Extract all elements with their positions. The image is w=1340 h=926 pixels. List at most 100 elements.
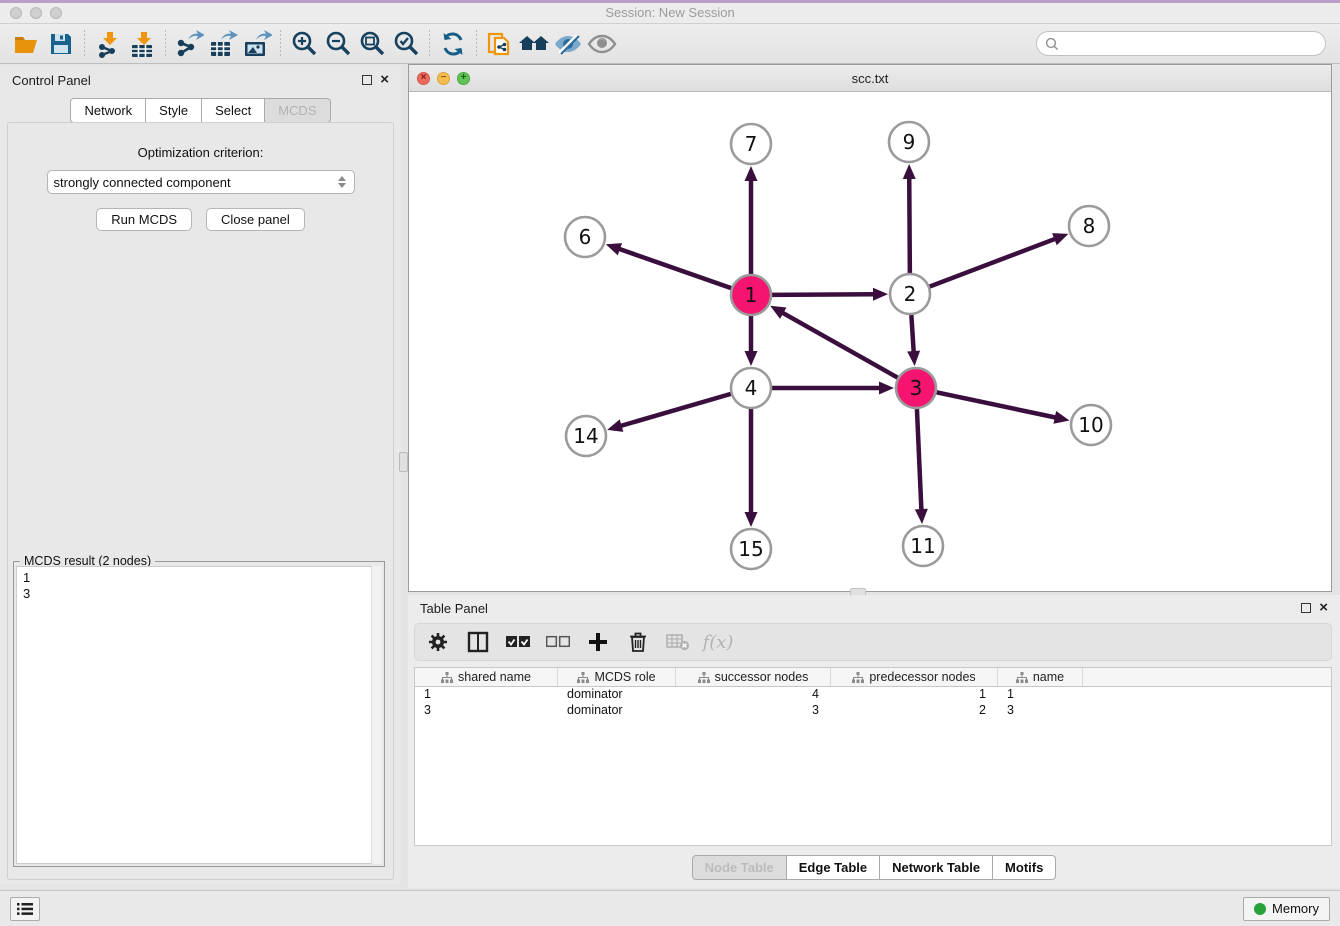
- column-header-name[interactable]: name: [998, 668, 1083, 686]
- hide-selected-icon[interactable]: [551, 29, 585, 59]
- graph-node-11[interactable]: 11: [903, 526, 943, 566]
- table-cell[interactable]: dominator: [558, 687, 676, 703]
- control-panel-float-icon[interactable]: [362, 75, 372, 85]
- mcds-result-text[interactable]: 1 3: [16, 566, 382, 864]
- graph-node-7[interactable]: 7: [731, 124, 771, 164]
- graph-node-14[interactable]: 14: [566, 416, 606, 456]
- window-titlebar: Session: New Session: [0, 0, 1340, 24]
- tab-edge-table[interactable]: Edge Table: [787, 855, 880, 880]
- table-panel-float-icon[interactable]: [1301, 603, 1311, 613]
- graph-edge-3-10[interactable]: [937, 392, 1057, 417]
- table-panel-close-icon[interactable]: ×: [1319, 603, 1328, 613]
- node-table[interactable]: shared nameMCDS rolesuccessor nodesprede…: [414, 667, 1332, 846]
- criterion-dropdown[interactable]: strongly connected component: [47, 170, 355, 194]
- zoom-in-icon[interactable]: [287, 29, 321, 59]
- network-window-titlebar[interactable]: scc.txt × − +: [409, 65, 1331, 92]
- svg-text:2: 2: [904, 282, 917, 306]
- refresh-view-icon[interactable]: [436, 29, 470, 59]
- svg-text:15: 15: [738, 537, 763, 561]
- table-cell[interactable]: 1: [415, 687, 558, 703]
- graph-node-4[interactable]: 4: [731, 368, 771, 408]
- window-top-accent: [0, 0, 1340, 3]
- column-header-MCDS-role[interactable]: MCDS role: [558, 668, 676, 686]
- table-cell[interactable]: 3: [676, 703, 831, 719]
- graph-edge-2-9[interactable]: [909, 177, 910, 273]
- graph-edge-2-8[interactable]: [930, 238, 1057, 286]
- zoom-selected-icon[interactable]: [389, 29, 423, 59]
- export-table-icon[interactable]: [206, 29, 240, 59]
- column-header-predecessor-nodes[interactable]: predecessor nodes: [831, 668, 998, 686]
- graph-node-8[interactable]: 8: [1069, 206, 1109, 246]
- control-panel-close-icon[interactable]: ×: [380, 75, 389, 85]
- tab-network-table[interactable]: Network Table: [880, 855, 993, 880]
- unselect-all-columns-icon[interactable]: [545, 629, 571, 655]
- frame-close-button[interactable]: ×: [417, 72, 430, 85]
- graph-node-15[interactable]: 15: [731, 529, 771, 569]
- network-graph[interactable]: 7 9 6 8 1 2 4 3 14 10 15 11: [409, 92, 1331, 591]
- search-field[interactable]: [1036, 31, 1326, 56]
- result-scrollbar[interactable]: [371, 566, 382, 864]
- graph-node-6[interactable]: 6: [565, 217, 605, 257]
- graph-edge-1-6[interactable]: [618, 249, 731, 289]
- table-row[interactable]: 1dominator411: [415, 687, 1331, 703]
- delete-column-icon[interactable]: [625, 629, 651, 655]
- select-all-columns-icon[interactable]: [505, 629, 531, 655]
- table-cell[interactable]: 3: [998, 703, 1083, 719]
- delete-table-icon: [665, 629, 691, 655]
- create-column-icon[interactable]: [585, 629, 611, 655]
- export-image-icon[interactable]: [240, 29, 274, 59]
- tab-motifs[interactable]: Motifs: [993, 855, 1056, 880]
- frame-minimize-button[interactable]: −: [437, 72, 450, 85]
- table-cell[interactable]: 1: [831, 687, 998, 703]
- table-cell[interactable]: 3: [415, 703, 558, 719]
- zoom-out-icon[interactable]: [321, 29, 355, 59]
- table-panel-tabs: Node TableEdge TableNetwork TableMotifs: [408, 855, 1340, 880]
- column-header-shared-name[interactable]: shared name: [415, 668, 558, 686]
- frame-maximize-button[interactable]: +: [457, 72, 470, 85]
- graph-edge-arrowhead: [745, 351, 758, 366]
- graph-edge-3-11[interactable]: [917, 409, 922, 511]
- table-cell[interactable]: 4: [676, 687, 831, 703]
- table-cell[interactable]: 1: [998, 687, 1083, 703]
- graph-node-2[interactable]: 2: [890, 274, 930, 314]
- graph-edge-arrowhead: [607, 419, 623, 431]
- graph-node-3[interactable]: 3: [896, 368, 936, 408]
- tab-mcds[interactable]: MCDS: [265, 98, 330, 123]
- graph-edge-4-14[interactable]: [620, 394, 731, 426]
- graph-edge-2-3[interactable]: [911, 315, 913, 353]
- table-cell[interactable]: dominator: [558, 703, 676, 719]
- tab-node-table[interactable]: Node Table: [692, 855, 787, 880]
- graph-node-9[interactable]: 9: [889, 122, 929, 162]
- table-options-icon[interactable]: [425, 629, 451, 655]
- task-history-button[interactable]: [10, 897, 40, 921]
- network-canvas[interactable]: 7 9 6 8 1 2 4 3 14 10 15 11: [409, 92, 1331, 591]
- column-header-successor-nodes[interactable]: successor nodes: [676, 668, 831, 686]
- memory-label: Memory: [1272, 901, 1319, 916]
- table-toolbar: f(x): [414, 623, 1332, 661]
- first-neighbors-icon[interactable]: [517, 29, 551, 59]
- zoom-fit-icon[interactable]: [355, 29, 389, 59]
- show-all-icon[interactable]: [585, 29, 619, 59]
- memory-button[interactable]: Memory: [1243, 897, 1330, 921]
- table-row[interactable]: 3dominator323: [415, 703, 1331, 719]
- close-panel-button[interactable]: Close panel: [206, 208, 305, 231]
- control-panel-title: Control Panel: [12, 73, 91, 88]
- tab-select[interactable]: Select: [202, 98, 265, 123]
- graph-node-1[interactable]: 1: [731, 275, 771, 315]
- table-cell[interactable]: 2: [831, 703, 998, 719]
- graph-node-10[interactable]: 10: [1071, 405, 1111, 445]
- save-session-icon[interactable]: [44, 29, 78, 59]
- export-network-icon[interactable]: [172, 29, 206, 59]
- run-mcds-button[interactable]: Run MCDS: [96, 208, 192, 231]
- tab-style[interactable]: Style: [146, 98, 202, 123]
- search-input[interactable]: [1063, 36, 1317, 51]
- graph-edge-3-1[interactable]: [781, 312, 897, 378]
- graph-edge-1-2[interactable]: [772, 294, 875, 295]
- open-session-icon[interactable]: [10, 29, 44, 59]
- vertical-splitter-handle[interactable]: [399, 452, 408, 472]
- toggle-column-view-icon[interactable]: [465, 629, 491, 655]
- import-network-file-icon[interactable]: [91, 29, 125, 59]
- import-table-file-icon[interactable]: [125, 29, 159, 59]
- clone-network-icon[interactable]: [483, 29, 517, 59]
- tab-network[interactable]: Network: [70, 98, 146, 123]
